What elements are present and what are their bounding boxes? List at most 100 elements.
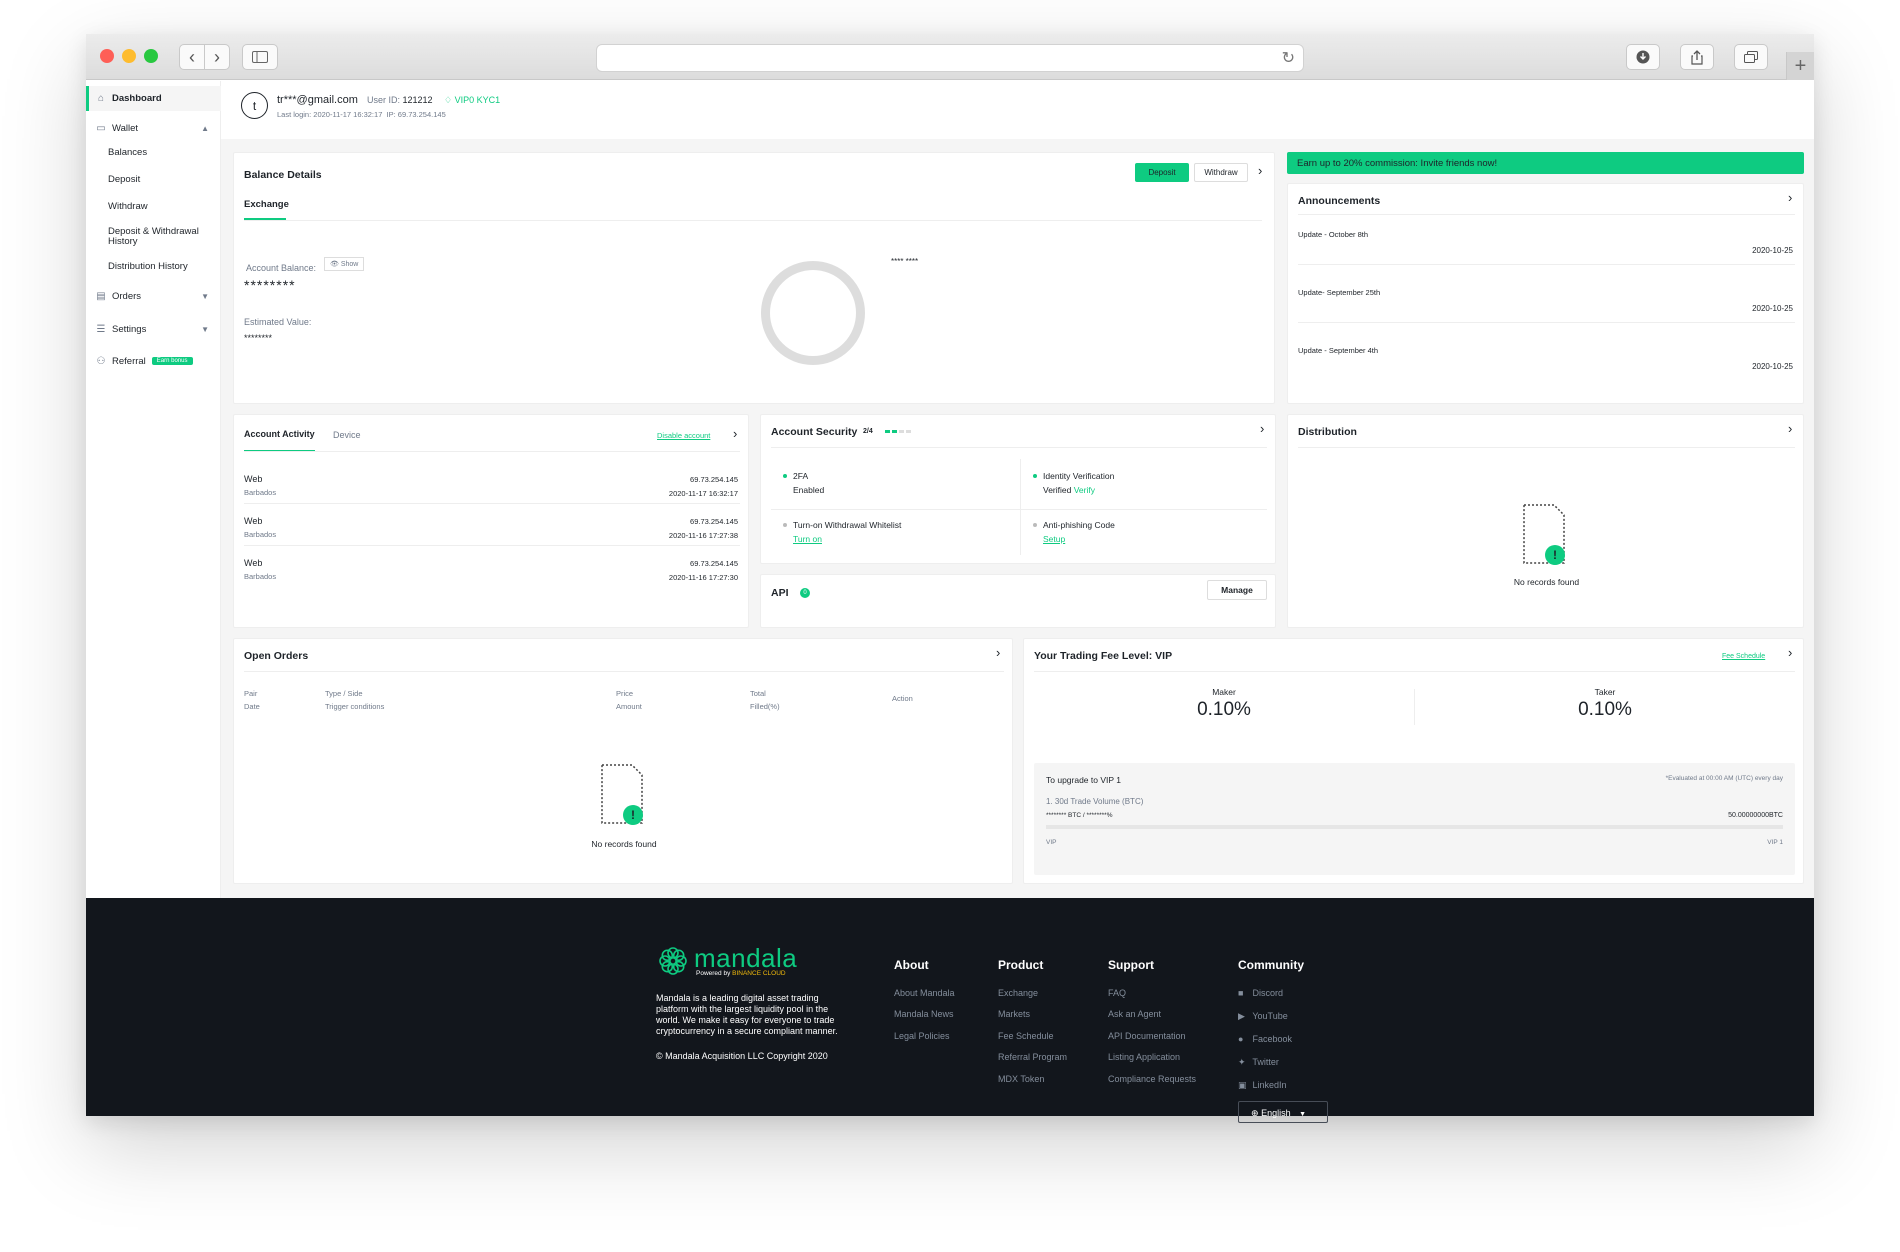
sidebar-item-balances[interactable]: Balances (108, 147, 147, 158)
sidebar-item-label: Settings (112, 323, 147, 335)
tab-device[interactable]: Device (333, 430, 361, 440)
account-security-card: Account Security 2/4 › 2FA Enabled Ident… (760, 414, 1276, 564)
address-bar[interactable]: ↻ (596, 44, 1304, 72)
sidebar-item-wallet[interactable]: ▭ Wallet ▲ (96, 118, 211, 138)
browser-toolbar: ‹ › ↻ + (86, 34, 1814, 80)
footer-link[interactable]: Mandala News (894, 1009, 954, 1019)
footer-link-youtube[interactable]: ▶ YouTube (1238, 1011, 1288, 1022)
back-button[interactable]: ‹ (179, 44, 205, 70)
sidebar-toggle-button[interactable] (242, 44, 278, 70)
sidebar-item-withdraw[interactable]: Withdraw (108, 201, 148, 212)
column-header-type: Type / Side Trigger conditions (325, 687, 384, 713)
mandala-logo-icon (659, 947, 687, 975)
disable-account-link[interactable]: Disable account (657, 431, 710, 440)
new-tab-button[interactable]: + (1786, 52, 1814, 80)
footer-link[interactable]: FAQ (1108, 988, 1126, 998)
footer-link[interactable]: API Documentation (1108, 1031, 1186, 1041)
user-id: User ID: 121212 (367, 95, 433, 105)
footer-link[interactable]: Ask an Agent (1108, 1009, 1161, 1019)
tabs-overview-button[interactable] (1734, 44, 1768, 70)
manage-api-button[interactable]: Manage (1207, 580, 1267, 600)
footer-link-discord[interactable]: ■ Discord (1238, 988, 1283, 998)
language-selector[interactable]: ⊕ English ▼ (1238, 1101, 1328, 1123)
tab-exchange[interactable]: Exchange (244, 199, 289, 210)
minimize-window-button[interactable] (122, 49, 136, 63)
chevron-right-icon[interactable]: › (1788, 421, 1792, 436)
divider (244, 220, 1262, 221)
sidebar-item-deposit[interactable]: Deposit (108, 174, 140, 185)
deposit-button[interactable]: Deposit (1135, 163, 1189, 182)
activity-time: 2020-11-16 17:27:30 (668, 573, 738, 582)
verify-link[interactable]: Verify (1074, 485, 1095, 495)
show-balance-button[interactable]: 👁 Show (324, 257, 365, 271)
chevron-right-icon[interactable]: › (1260, 421, 1264, 436)
sidebar-item-referral[interactable]: ⚇ Referral Earn bonus (96, 351, 193, 371)
footer-link[interactable]: Legal Policies (894, 1031, 950, 1041)
reload-icon[interactable]: ↻ (1282, 48, 1295, 68)
user-id-value: 121212 (402, 95, 433, 105)
avatar[interactable]: t (241, 92, 268, 119)
footer-link-facebook[interactable]: ● Facebook (1238, 1034, 1292, 1044)
fee-schedule-link[interactable]: Fee Schedule (1722, 653, 1765, 660)
security-item-2fa: 2FA Enabled (783, 471, 824, 495)
header-label: Total (750, 689, 766, 698)
footer-link[interactable]: Listing Application (1108, 1052, 1180, 1062)
chevron-right-icon[interactable]: › (996, 645, 1000, 660)
security-item-label: 2FA (793, 471, 809, 481)
activity-location: Barbados (244, 488, 277, 497)
card-title: API (771, 587, 789, 599)
add-user-icon: ⚇ (96, 355, 106, 367)
footer-link[interactable]: Exchange (998, 988, 1038, 998)
footer-link[interactable]: Fee Schedule (998, 1031, 1054, 1041)
footer-link-linkedin[interactable]: ▣ LinkedIn (1238, 1080, 1287, 1091)
footer-link[interactable]: About Mandala (894, 988, 955, 998)
forward-button[interactable]: › (204, 44, 230, 70)
footer-product-title: Product (998, 958, 1044, 972)
vip-kyc-badge[interactable]: ♢ VIP0 KYC1 (444, 95, 500, 106)
card-title: Announcements (1298, 195, 1381, 207)
security-item-antiphishing: Anti-phishing Code Setup (1033, 520, 1115, 544)
security-item-status: Verified (1043, 485, 1072, 495)
sidebar-item-settings[interactable]: ☰ Settings ▼ (96, 319, 211, 339)
header-label: Trigger conditions (325, 702, 385, 711)
announcement-date: 2020-10-25 (1752, 304, 1793, 313)
footer-link[interactable]: Referral Program (998, 1052, 1067, 1062)
footer-link[interactable]: Markets (998, 1009, 1030, 1019)
sidebar-item-deposit-withdrawal-history[interactable]: Deposit & Withdrawal History (108, 227, 199, 247)
maximize-window-button[interactable] (144, 49, 158, 63)
downloads-button[interactable] (1626, 44, 1660, 70)
chevron-right-icon[interactable]: › (1258, 163, 1262, 178)
chevron-right-icon[interactable]: › (1788, 645, 1792, 660)
chevron-right-icon[interactable]: › (733, 426, 737, 441)
download-icon (1636, 50, 1650, 64)
footer-link[interactable]: MDX Token (998, 1074, 1044, 1084)
divider (771, 447, 1267, 448)
chevron-right-icon[interactable]: › (1788, 190, 1792, 205)
sidebar-item-orders[interactable]: ▤ Orders ▼ (96, 286, 211, 306)
footer-link-twitter[interactable]: ✦ Twitter (1238, 1057, 1279, 1068)
status-dot (783, 474, 787, 478)
footer-logo[interactable]: mandala Powered by BINANCE CLOUD (656, 944, 797, 978)
footer-link[interactable]: Compliance Requests (1108, 1074, 1196, 1084)
share-button[interactable] (1680, 44, 1714, 70)
activity-ip: 69.73.254.145 (690, 475, 738, 484)
withdraw-button[interactable]: Withdraw (1194, 163, 1248, 182)
referral-promo-banner[interactable]: Earn up to 20% commission: Invite friend… (1287, 152, 1804, 174)
sidebar-item-label: Referral (112, 355, 146, 367)
setup-antiphishing-link[interactable]: Setup (1043, 534, 1115, 544)
sidebar-item-distribution-history[interactable]: Distribution History (108, 261, 188, 272)
turn-on-whitelist-link[interactable]: Turn on (793, 534, 901, 544)
tab-account-activity[interactable]: Account Activity (244, 429, 315, 439)
activity-ip: 69.73.254.145 (690, 559, 738, 568)
fee-label: Maker (1212, 687, 1236, 697)
balance-donut-chart (761, 261, 865, 365)
facebook-icon: ● (1238, 1034, 1244, 1044)
footer-description: Mandala is a leading digital asset tradi… (656, 993, 838, 1037)
announcement-title: Update- September 25th (1298, 288, 1381, 297)
footer: mandala Powered by BINANCE CLOUD Mandala… (86, 898, 1814, 1123)
divider (1298, 264, 1795, 265)
header-label: Type / Side (325, 689, 363, 698)
sidebar-item-dashboard[interactable]: ⌂ Dashboard (86, 86, 221, 111)
close-window-button[interactable] (100, 49, 114, 63)
donut-legend: **** **** (891, 257, 919, 266)
